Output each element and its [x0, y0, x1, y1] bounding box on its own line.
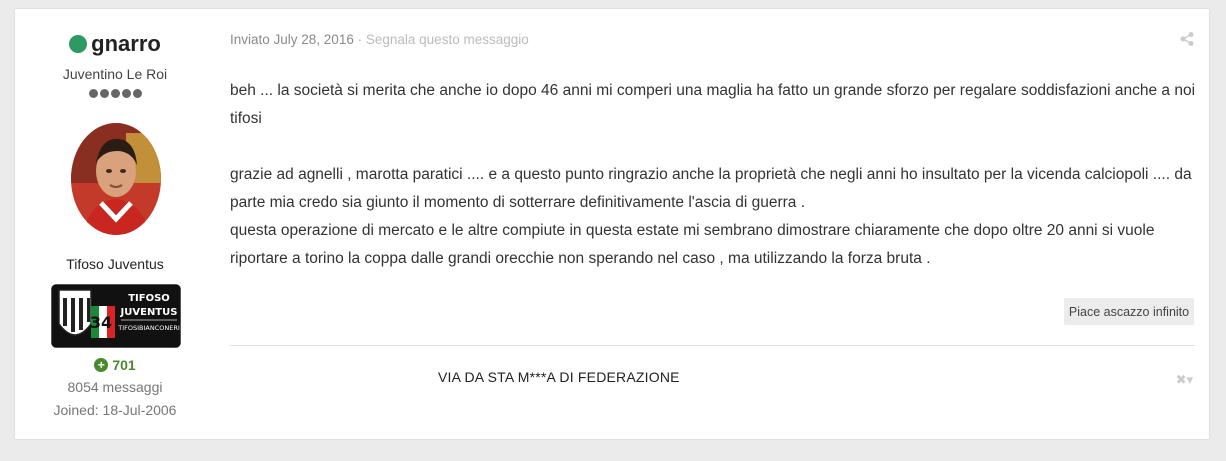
post-paragraph: questa operazione di mercato e le altre … [230, 222, 1155, 267]
meta-separator: · [357, 32, 363, 47]
rank-pips [15, 89, 215, 98]
signature-divider [230, 345, 1195, 346]
plus-icon: + [94, 358, 109, 372]
rank-pip-icon [88, 89, 98, 98]
badge-number: 34 [90, 313, 112, 332]
rank-pip-icon [132, 89, 142, 98]
likes-prefix: Piace a [1068, 304, 1111, 319]
author-name-row: gnarro [15, 31, 215, 57]
badge-line: TIFOSIBIANCONERI [117, 324, 180, 332]
share-icon[interactable] [1179, 31, 1195, 47]
post-content: beh ... la società si merita che anche i… [230, 77, 1196, 273]
author-title: Juventino Le Roi [62, 66, 168, 82]
rank-pip-icon [110, 89, 120, 98]
post-paragraph: grazie ad agnelli , marotta paratici ...… [230, 166, 1192, 211]
close-icon[interactable]: ✖▾ [1176, 372, 1193, 388]
member-group: Tifoso Juventus [66, 256, 164, 272]
reputation[interactable]: + 701 [15, 357, 215, 373]
rank-pip-icon [121, 89, 131, 98]
liker-name[interactable]: scazzo infinito [1111, 305, 1190, 319]
joined-date: Joined: 18-Jul-2006 [53, 402, 177, 418]
online-status-icon [69, 35, 88, 53]
post-count: 8054 messaggi [67, 379, 163, 395]
author-panel: gnarro Juventino Le Roi Tifoso Juventus … [15, 9, 215, 439]
post-date[interactable]: Inviato July 28, 2016 [230, 32, 354, 47]
signature: VIA DA STA M***A DI FEDERAZIONE [438, 369, 680, 385]
post-meta: Inviato July 28, 2016 · Segnala questo m… [230, 32, 529, 47]
badge-line: TIFOSO [128, 293, 170, 304]
rank-pip-icon [99, 89, 109, 98]
post-paragraph: beh ... la società si merita che anche i… [230, 82, 1196, 127]
author-name[interactable]: gnarro [91, 31, 161, 57]
badge-line: JUVENTUS [120, 307, 178, 318]
reputation-count: 701 [112, 357, 136, 373]
forum-post: gnarro Juventino Le Roi Tifoso Juventus … [14, 8, 1210, 440]
group-badge-image: 34 TIFOSO JUVENTUS TIFOSIBIANCONERI [51, 284, 181, 348]
likes-summary[interactable]: Piace a scazzo infinito [1064, 298, 1194, 325]
report-post-link[interactable]: Segnala questo messaggio [366, 32, 529, 47]
avatar[interactable] [71, 123, 161, 235]
